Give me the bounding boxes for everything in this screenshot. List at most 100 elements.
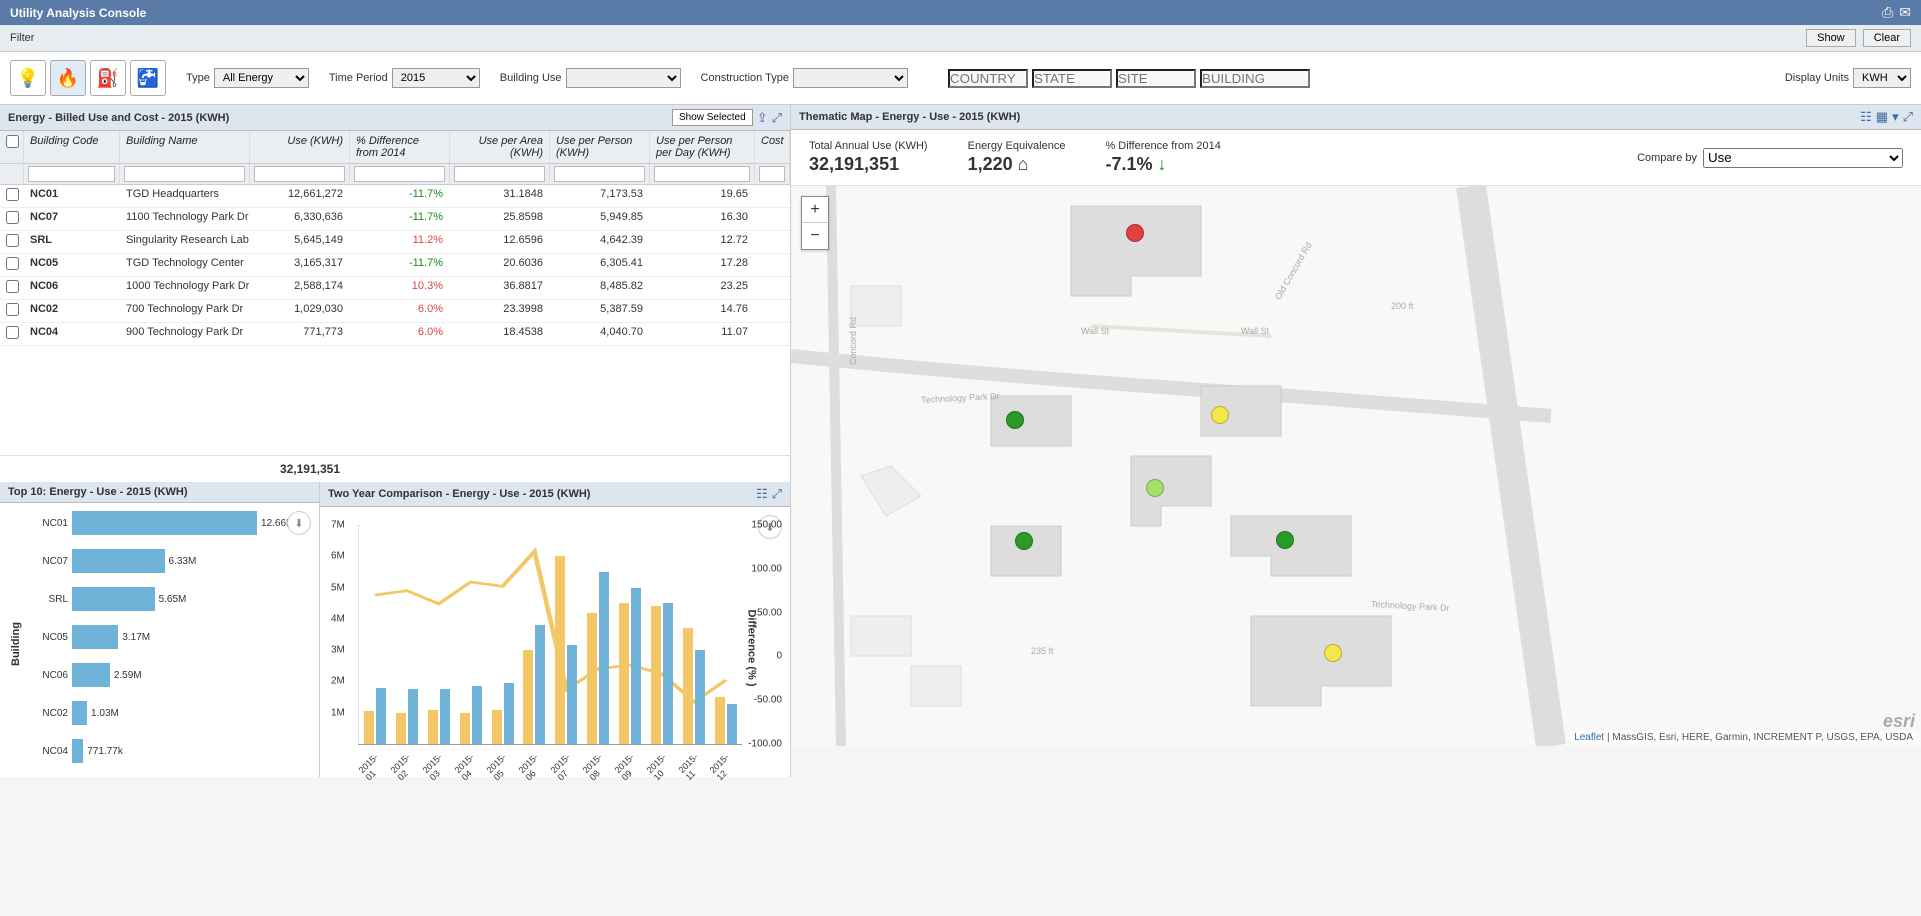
compare-by-select[interactable]: Use — [1703, 148, 1903, 168]
map-marker[interactable] — [1211, 406, 1229, 424]
house-icon: ⌂ — [1018, 154, 1029, 174]
compare-y2-title: Difference (% ) — [745, 609, 757, 686]
row-checkbox[interactable] — [6, 211, 19, 224]
filter-diff[interactable] — [354, 166, 445, 182]
row-checkbox[interactable] — [6, 303, 19, 316]
export-icon[interactable]: ⇪ — [757, 110, 768, 126]
thematic-map[interactable]: Wall St Wall St Technology Park Dr Techn… — [791, 186, 1921, 746]
filter-label: Filter — [10, 32, 34, 44]
filter-use[interactable] — [254, 166, 345, 182]
table-row[interactable]: NC04 900 Technology Park Dr 771,773 6.0%… — [0, 323, 790, 346]
print-icon[interactable]: ⎙ — [1882, 4, 1893, 21]
compare-chart: ⬇ 1M2M3M4M5M6M7M-100.00-50.00050.00100.0… — [320, 507, 790, 777]
map-marker[interactable] — [1276, 531, 1294, 549]
filter-area[interactable] — [454, 166, 545, 182]
expand-icon[interactable]: ⤢ — [772, 110, 782, 126]
leaflet-link[interactable]: Leaflet — [1574, 732, 1604, 743]
download-icon[interactable]: ⬇ — [287, 511, 311, 535]
equiv-value: 1,220 ⌂ — [968, 154, 1066, 175]
display-units-label: Display Units — [1785, 72, 1849, 84]
construction-type-select[interactable] — [793, 68, 908, 88]
map-marker[interactable] — [1324, 644, 1342, 662]
toolbar: 💡 🔥 ⛽ 🚰 Type All Energy Time Period 2015… — [0, 52, 1921, 105]
water-icon[interactable]: 🚰 — [130, 60, 166, 96]
state-input[interactable] — [1032, 69, 1112, 88]
top10-y-title: Building — [10, 622, 22, 666]
expand-icon[interactable]: ⤢ — [1903, 109, 1913, 125]
country-input[interactable] — [948, 69, 1028, 88]
equiv-label: Energy Equivalence — [968, 140, 1066, 152]
type-select[interactable]: All Energy — [214, 68, 309, 88]
construction-type-label: Construction Type — [701, 72, 789, 84]
legend-icon[interactable]: ☷ — [1860, 109, 1872, 125]
select-all-checkbox[interactable] — [6, 135, 19, 148]
top10-header: Top 10: Energy - Use - 2015 (KWH) — [0, 482, 319, 503]
map-marker[interactable] — [1146, 479, 1164, 497]
row-checkbox[interactable] — [6, 280, 19, 293]
col-cost[interactable]: Cost — [755, 131, 790, 163]
display-units-select[interactable]: KWH — [1853, 68, 1911, 88]
filter-personday[interactable] — [654, 166, 750, 182]
thematic-header: Thematic Map - Energy - Use - 2015 (KWH)… — [791, 105, 1921, 130]
building-use-label: Building Use — [500, 72, 562, 84]
table-row[interactable]: NC06 1000 Technology Park Dr 2,588,174 1… — [0, 277, 790, 300]
thematic-title: Thematic Map - Energy - Use - 2015 (KWH) — [799, 111, 1020, 123]
zoom-out-button[interactable]: − — [802, 223, 828, 249]
row-checkbox[interactable] — [6, 188, 19, 201]
building-input[interactable] — [1200, 69, 1310, 88]
mail-icon[interactable]: ✉ — [1899, 4, 1911, 21]
building-use-select[interactable] — [566, 68, 681, 88]
grid-panel-header: Energy - Billed Use and Cost - 2015 (KWH… — [0, 105, 790, 131]
col-area[interactable]: Use per Area (KWH) — [450, 131, 550, 163]
period-select[interactable]: 2015 — [392, 68, 480, 88]
row-checkbox[interactable] — [6, 257, 19, 270]
col-diff[interactable]: % Difference from 2014 — [350, 131, 450, 163]
expand-icon[interactable]: ⤢ — [772, 486, 782, 502]
app-title: Utility Analysis Console — [10, 6, 146, 20]
map-attribution: Leaflet | MassGIS, Esri, HERE, Garmin, I… — [1570, 731, 1917, 744]
total-use-label: Total Annual Use (KWH) — [809, 140, 928, 152]
gas-icon[interactable]: 🔥 — [50, 60, 86, 96]
col-name[interactable]: Building Name — [120, 131, 250, 163]
row-checkbox[interactable] — [6, 234, 19, 247]
type-label: Type — [186, 72, 210, 84]
map-marker[interactable] — [1126, 224, 1144, 242]
top10-title: Top 10: Energy - Use - 2015 (KWH) — [8, 486, 188, 498]
table-row[interactable]: NC05 TGD Technology Center 3,165,317 -11… — [0, 254, 790, 277]
zoom-in-button[interactable]: + — [802, 197, 828, 223]
thematic-summary: Total Annual Use (KWH) 32,191,351 Energy… — [791, 130, 1921, 186]
fuel-icon[interactable]: ⛽ — [90, 60, 126, 96]
col-person[interactable]: Use per Person (KWH) — [550, 131, 650, 163]
grid-title: Energy - Billed Use and Cost - 2015 (KWH… — [8, 112, 229, 124]
col-personday[interactable]: Use per Person per Day (KWH) — [650, 131, 755, 163]
app-header: Utility Analysis Console ⎙ ✉ — [0, 0, 1921, 25]
menu-icon[interactable]: ▾ — [1892, 109, 1899, 125]
filter-code[interactable] — [28, 166, 115, 182]
data-grid: Building Code Building Name Use (KWH) % … — [0, 131, 790, 455]
compare-header: Two Year Comparison - Energy - Use - 201… — [320, 482, 790, 507]
diff-label: % Difference from 2014 — [1105, 140, 1220, 152]
show-selected-button[interactable]: Show Selected — [672, 109, 753, 126]
site-input[interactable] — [1116, 69, 1196, 88]
map-marker[interactable] — [1015, 532, 1033, 550]
table-row[interactable]: SRL Singularity Research Lab 5,645,149 1… — [0, 231, 790, 254]
filter-person[interactable] — [554, 166, 645, 182]
row-checkbox[interactable] — [6, 326, 19, 339]
table-row[interactable]: NC07 1100 Technology Park Dr 6,330,636 -… — [0, 208, 790, 231]
grid-total: 32,191,351 — [0, 455, 790, 482]
layers-icon[interactable]: ▦ — [1876, 109, 1888, 125]
filter-bar: Filter Show Clear — [0, 25, 1921, 52]
map-marker[interactable] — [1006, 411, 1024, 429]
electric-icon[interactable]: 💡 — [10, 60, 46, 96]
show-button[interactable]: Show — [1806, 29, 1856, 47]
down-arrow-icon: ↓ — [1158, 154, 1167, 174]
filter-cost[interactable] — [759, 166, 785, 182]
table-row[interactable]: NC01 TGD Headquarters 12,661,272 -11.7% … — [0, 185, 790, 208]
clear-button[interactable]: Clear — [1863, 29, 1911, 47]
col-code[interactable]: Building Code — [24, 131, 120, 163]
filter-name[interactable] — [124, 166, 245, 182]
col-use[interactable]: Use (KWH) — [250, 131, 350, 163]
table-row[interactable]: NC02 700 Technology Park Dr 1,029,030 6.… — [0, 300, 790, 323]
legend-icon[interactable]: ☷ — [756, 486, 768, 502]
map-zoom: + − — [801, 196, 829, 250]
